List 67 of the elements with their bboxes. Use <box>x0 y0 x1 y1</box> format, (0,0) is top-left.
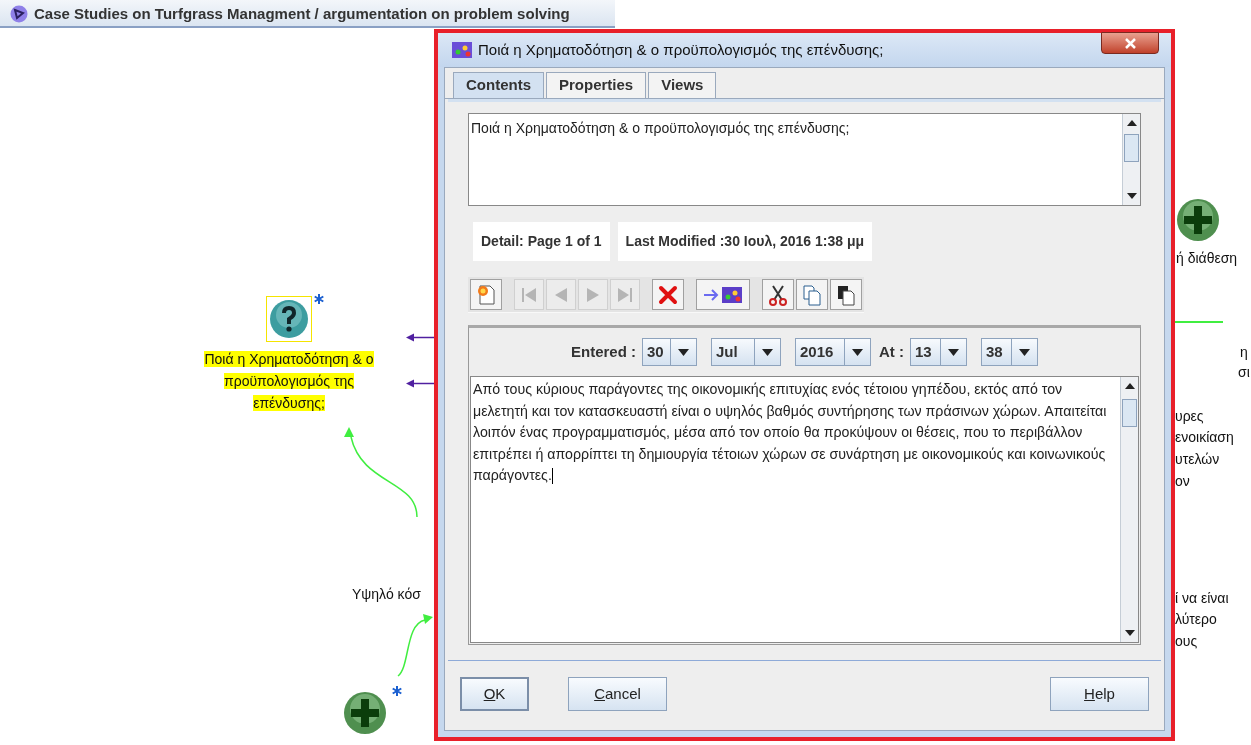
scroll-down-icon[interactable] <box>1126 193 1137 199</box>
first-icon <box>520 285 538 304</box>
scroll-down-icon[interactable] <box>1124 630 1135 636</box>
connector-line <box>1173 321 1223 323</box>
scissors-icon <box>768 283 788 306</box>
node-label: ί να είναι <box>1175 589 1229 608</box>
scroll-thumb[interactable] <box>1122 399 1137 427</box>
paste-icon <box>836 283 856 306</box>
day-dropdown[interactable]: 30 <box>642 338 697 366</box>
node-label: Ποιά η Χρηματοδότηση & ο προϋπολογισμός της επένδυσης; <box>203 350 375 413</box>
at-label: At : <box>879 341 904 362</box>
node-label: η <box>1240 343 1248 362</box>
connector-arrow <box>406 379 436 388</box>
map-icon <box>452 41 472 59</box>
toolbar-button[interactable] <box>830 279 862 310</box>
year-dropdown[interactable]: 2016 <box>795 338 871 366</box>
scroll-thumb[interactable] <box>1124 134 1139 162</box>
node-label: υρες <box>1175 407 1204 426</box>
dialog-button[interactable]: Cancel <box>568 677 667 711</box>
close-icon <box>1124 37 1136 49</box>
node-label: ους <box>1175 632 1198 651</box>
new-page-icon <box>476 283 496 306</box>
close-button[interactable] <box>1101 32 1159 54</box>
month-dropdown[interactable]: Jul <box>711 338 781 366</box>
dropdown-arrow-icon <box>1019 348 1030 356</box>
minute-dropdown[interactable]: 38 <box>981 338 1038 366</box>
scroll-up-icon[interactable] <box>1126 120 1137 126</box>
node[interactable] <box>266 296 312 342</box>
scrollbar[interactable] <box>1120 377 1138 642</box>
node-label: υτελών <box>1175 450 1220 469</box>
toolbar-button[interactable] <box>762 279 794 310</box>
dialog-title: Ποιά η Χρηματοδότηση & ο προϋπολογισμός της επένδυσης; <box>478 39 884 60</box>
delete-icon <box>658 284 678 305</box>
dropdown-arrow-icon <box>678 348 689 356</box>
node-label: σι <box>1238 363 1250 382</box>
dropdown-arrow-icon <box>852 348 863 356</box>
connector-arrow <box>406 333 436 342</box>
connector-arrow <box>395 612 435 678</box>
detail-label: Detail: Page 1 of 1 <box>473 222 610 261</box>
link-map-icon <box>702 284 744 305</box>
last-modified-label: Last Modified :30 Ιουλ, 2016 1:38 μμ <box>617 222 873 261</box>
last-icon <box>616 285 634 304</box>
scroll-up-icon[interactable] <box>1124 383 1135 389</box>
plus-icon <box>1176 198 1220 242</box>
tab[interactable]: Views <box>648 72 717 98</box>
node-label: Υψηλό κόσ <box>352 585 421 604</box>
hour-dropdown[interactable]: 13 <box>910 338 967 366</box>
app-title: Case Studies on Turfgrass Managment / argumentation on problem solving <box>34 3 570 24</box>
node-label: λύτερο <box>1175 610 1217 629</box>
toolbar-button[interactable] <box>696 279 750 310</box>
scrollbar[interactable] <box>1122 114 1140 205</box>
app-logo-icon <box>10 5 28 23</box>
summary-field[interactable]: Ποιά η Χρηματοδότηση & ο προϋπολογισμός της επένδυσης; <box>468 113 1141 206</box>
node-label: ή διάθεση <box>1176 249 1238 268</box>
question-icon <box>269 299 309 339</box>
dropdown-arrow-icon <box>762 348 773 356</box>
plus-icon <box>343 691 387 735</box>
node-label: ενοικίαση <box>1175 428 1234 447</box>
copy-icon <box>802 283 822 306</box>
dropdown-arrow-icon <box>948 348 959 356</box>
body-text-field[interactable]: Από τους κύριους παράγοντες της οικονομικής επιτυχίας ενός τέτοιου γηπέδου, εκτός από τον μελετητή και τον κατασκευαστή είναι ο υψηλός βαθμός συντήρησης των πράσινων χώρων. Απαιτείται λοιπόν ένας προγραμματισμός, μέσα από τον οποίο θα προκύψουν οι θέσεις, που το περιβάλλον επιτρέπει ή απορρίπτει τη δημιουργία τέτοιων χώρων σε συνάρτηση με οικονομικούς και κοινωνικούς παράγοντες. <box>470 376 1139 643</box>
entered-label: Entered : <box>571 341 636 362</box>
dialog-button[interactable]: OK <box>460 677 529 711</box>
tab[interactable]: Properties <box>546 72 647 98</box>
tab[interactable]: Contents <box>453 72 544 98</box>
node-label: ον <box>1175 472 1190 491</box>
dialog-button[interactable]: Help <box>1050 677 1149 711</box>
